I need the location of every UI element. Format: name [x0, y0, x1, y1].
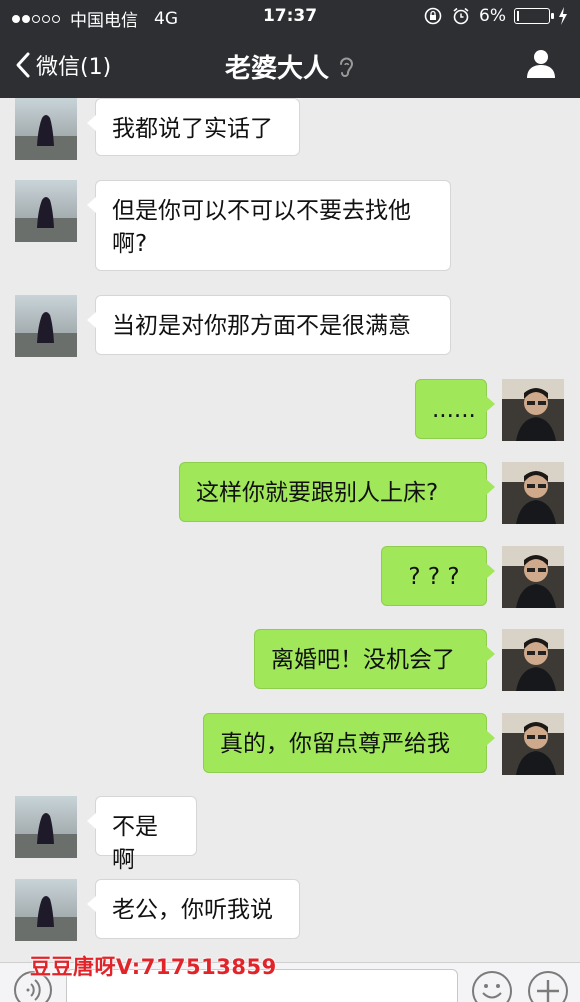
avatar-me[interactable] — [502, 379, 564, 441]
message-bubble-out[interactable]: 离婚吧！没机会了 — [254, 629, 495, 689]
chevron-left-icon — [16, 52, 30, 78]
plus-sign-icon — [537, 980, 559, 1002]
alarm-icon — [453, 7, 469, 25]
signal-dot — [12, 14, 20, 23]
message-text: ? ? ? — [408, 564, 460, 590]
back-label: 微信(1) — [36, 55, 112, 80]
charging-bolt-icon — [559, 7, 567, 25]
message-bubble-in[interactable]: 当初是对你那方面不是很满意 — [87, 295, 451, 355]
message-text: 当初是对你那方面不是很满意 — [112, 313, 411, 339]
message-text: 离婚吧！没机会了 — [271, 647, 455, 673]
message-bubble-in[interactable]: 不是啊 — [87, 796, 197, 873]
rotation-lock-icon — [424, 7, 442, 25]
message-text: 这样你就要跟别人上床? — [196, 480, 439, 506]
message-text: 老公，你听我说 — [112, 897, 273, 923]
avatar-me[interactable] — [502, 629, 564, 691]
signal-strength-icon — [12, 14, 60, 23]
smiley-icon[interactable] — [472, 971, 512, 1002]
message-text: 但是你可以不可以不要去找他啊? — [112, 198, 411, 257]
network-type: 4G — [154, 8, 178, 29]
avatar-her[interactable] — [15, 879, 77, 941]
message-bubble-in[interactable]: 我都说了实话了 — [87, 98, 300, 156]
message-bubble-in[interactable]: 老公，你听我说 — [87, 879, 300, 939]
status-left: 中国电信 4G — [12, 6, 178, 31]
battery-tip — [551, 13, 554, 19]
avatar-her[interactable] — [15, 295, 77, 357]
status-right: 6% — [423, 6, 568, 26]
chat-title: 老婆大人 — [224, 54, 329, 84]
avatar-me[interactable] — [502, 462, 564, 524]
battery-level — [517, 11, 519, 21]
signal-dot — [32, 14, 40, 23]
avatar-me[interactable] — [502, 546, 564, 608]
avatar-me[interactable] — [502, 713, 564, 775]
avatar-her[interactable] — [15, 180, 77, 242]
ear-icon — [340, 57, 354, 77]
message-text: 不是啊 — [112, 814, 158, 873]
message-bubble-out[interactable]: ...... — [415, 379, 495, 439]
signal-dot — [52, 14, 60, 23]
plus-icon[interactable] — [528, 971, 568, 1002]
smiley-face-icon — [482, 984, 502, 999]
message-bubble-out[interactable]: 真的，你留点尊严给我 — [203, 713, 495, 773]
message-bubble-out[interactable]: ? ? ? — [381, 546, 495, 606]
message-bubble-in[interactable]: 但是你可以不可以不要去找他啊? — [87, 180, 451, 271]
message-text: ...... — [432, 397, 476, 423]
top-bar: 中国电信 4G 17:37 6% 微信(1) 老婆大人 — [0, 0, 580, 98]
watermark-text: 豆豆唐呀V:717513859 — [30, 955, 277, 979]
status-bar: 中国电信 4G 17:37 6% — [0, 0, 580, 34]
nav-bar: 微信(1) 老婆大人 — [0, 34, 580, 98]
back-button[interactable]: 微信(1) — [14, 49, 111, 81]
battery-percent: 6% — [479, 6, 506, 26]
signal-dot — [22, 14, 30, 23]
avatar-her[interactable] — [15, 98, 77, 160]
avatar-her[interactable] — [15, 796, 77, 858]
message-text: 我都说了实话了 — [112, 116, 273, 142]
person-icon[interactable] — [524, 46, 558, 80]
message-text: 真的，你留点尊严给我 — [220, 731, 450, 757]
carrier-name: 中国电信 — [70, 11, 138, 31]
signal-dot — [42, 14, 50, 23]
battery-icon — [514, 8, 554, 24]
chat-title-wrap: 老婆大人 — [225, 48, 355, 85]
message-bubble-out[interactable]: 这样你就要跟别人上床? — [179, 462, 495, 522]
